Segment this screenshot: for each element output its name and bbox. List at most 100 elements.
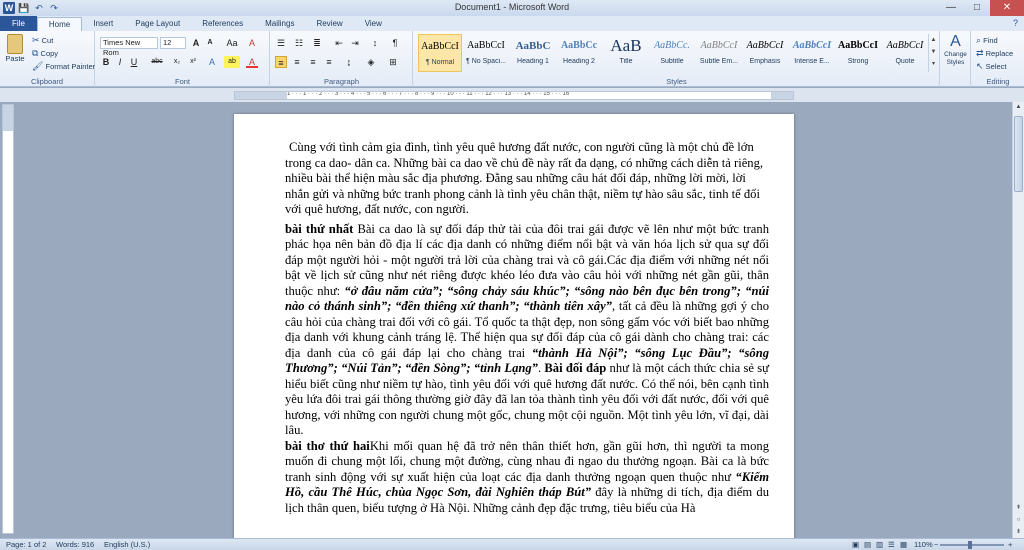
text-effects-button[interactable]: A (206, 56, 218, 68)
close-button[interactable]: ✕ (990, 0, 1024, 16)
next-page-icon[interactable]: ⇟ (1013, 527, 1024, 538)
style-subtitle[interactable]: AaBbCc. Subtitle (650, 34, 694, 72)
paragraph-intro[interactable]: Cùng với tình cảm gia đình, tình yêu quê… (285, 140, 769, 218)
style-heading-2[interactable]: AaBbCc Heading 2 (557, 34, 601, 72)
tab-file[interactable]: File (0, 16, 37, 31)
change-styles-button[interactable]: A Change Styles (941, 31, 971, 87)
pilcrow-icon[interactable]: ¶ (389, 37, 401, 49)
select-button[interactable]: ↖ Select (976, 61, 1007, 72)
style-name: Quote (895, 58, 915, 65)
zoom-out-icon[interactable]: − (934, 540, 938, 549)
web-layout-view-icon[interactable]: ▥ (876, 540, 883, 549)
save-icon[interactable]: 💾 (18, 2, 30, 14)
tab-mailings[interactable]: Mailings (254, 17, 305, 31)
style-strong[interactable]: AaBbCcI Strong (836, 34, 880, 72)
window-title: Document1 - Microsoft Word (454, 2, 570, 12)
style-quote[interactable]: AaBbCcI Quote (883, 34, 927, 72)
redo-icon[interactable]: ↷ (48, 2, 60, 14)
bullets-icon[interactable]: ☰ (275, 37, 287, 49)
tab-page-layout[interactable]: Page Layout (124, 17, 191, 31)
tab-home[interactable]: Home (36, 17, 83, 31)
justify-icon[interactable]: ≡ (323, 56, 335, 68)
shrink-font-button[interactable]: A (204, 37, 216, 49)
strikethrough-button[interactable]: abc (148, 56, 166, 68)
clear-formatting-button[interactable]: A (246, 37, 258, 49)
change-styles-label: Change Styles (944, 51, 967, 66)
zoom-in-icon[interactable]: + (1008, 540, 1012, 549)
style-name: ¶ Normal (425, 59, 455, 66)
outline-view-icon[interactable]: ☰ (888, 540, 895, 549)
find-button[interactable]: ⌕ Find (976, 35, 998, 46)
style-name: Subtitle (660, 58, 684, 65)
tab-references[interactable]: References (191, 17, 254, 31)
sort-icon[interactable]: ↕ (369, 37, 381, 49)
word-count[interactable]: Words: 916 (56, 540, 94, 549)
scroll-up-arrow-icon[interactable]: ▲ (1013, 102, 1024, 113)
paragraph-label: Paragraph (323, 77, 360, 86)
draft-view-icon[interactable]: ▦ (900, 540, 907, 549)
tab-insert[interactable]: Insert (82, 17, 124, 31)
style-heading-1[interactable]: AaBbC Heading 1 (511, 34, 555, 72)
zoom-slider[interactable] (940, 544, 1004, 546)
italic-button[interactable]: I (114, 56, 126, 68)
style-normal[interactable]: AaBbCcI ¶ Normal (418, 34, 462, 72)
language-indicator[interactable]: English (U.S.) (104, 540, 150, 549)
zoom-level[interactable]: 110% (914, 540, 933, 549)
align-left-icon[interactable]: ≡ (275, 56, 287, 68)
document-body[interactable]: Cùng với tình cảm gia đình, tình yêu quê… (285, 140, 769, 516)
format-painter-button[interactable]: 🖌 Format Painter (32, 61, 95, 72)
font-color-button[interactable]: A (246, 56, 258, 68)
vertical-ruler[interactable] (2, 104, 14, 534)
font-size-select[interactable]: 12 (160, 37, 186, 49)
increase-indent-icon[interactable]: ⇥ (349, 37, 361, 49)
copy-button[interactable]: ⧉ Copy (32, 48, 58, 59)
style-title[interactable]: AaB Title (604, 34, 648, 72)
tab-view[interactable]: View (354, 17, 393, 31)
replace-button[interactable]: ⇄ Replace (976, 48, 1013, 59)
line-spacing-icon[interactable]: ↨ (343, 56, 355, 68)
highlight-button[interactable]: ab (224, 56, 240, 68)
word-logo-icon[interactable]: W (3, 2, 15, 14)
maximize-button[interactable]: □ (964, 0, 990, 16)
change-case-button[interactable]: Aa (224, 37, 240, 49)
multilevel-list-icon[interactable]: ≣ (311, 37, 323, 49)
shading-icon[interactable]: ◈ (365, 56, 377, 68)
grow-font-button[interactable]: A (190, 37, 202, 49)
style-no-spacing[interactable]: AaBbCcI ¶ No Spaci... (464, 34, 508, 72)
horizontal-ruler[interactable]: 1 · · · 1 · · · 2 · · · 3 · · · 4 · · · … (234, 91, 794, 100)
paragraph-second-poem[interactable]: bài thơ thứ haiKhi mối quan hệ đã trở nê… (285, 439, 769, 517)
minimize-button[interactable]: — (938, 0, 964, 16)
numbering-icon[interactable]: ☷ (293, 37, 305, 49)
document-page[interactable]: Cùng với tình cảm gia đình, tình yêu quê… (234, 114, 794, 538)
decrease-indent-icon[interactable]: ⇤ (333, 37, 345, 49)
undo-icon[interactable]: ↶ (33, 2, 45, 14)
superscript-button[interactable]: x² (186, 56, 200, 68)
style-intense-emphasis[interactable]: AaBbCcI Intense E... (790, 34, 834, 72)
zoom-slider-handle[interactable] (968, 541, 972, 549)
vertical-scrollbar[interactable]: ▲ ⇞ ○ ⇟ (1012, 102, 1024, 538)
tab-review[interactable]: Review (305, 17, 353, 31)
cut-button[interactable]: ✂ Cut (32, 35, 53, 46)
borders-icon[interactable]: ⊞ (387, 56, 399, 68)
subscript-button[interactable]: x₂ (170, 56, 184, 68)
clipboard-icon (7, 34, 23, 54)
second-poem-lead: bài thơ thứ hai (285, 438, 370, 453)
browse-object-icon[interactable]: ○ (1013, 515, 1024, 526)
paste-button[interactable]: Paste (4, 34, 26, 63)
underline-button[interactable]: U (128, 56, 140, 68)
ribbon-tabs: File Home Insert Page Layout References … (0, 16, 1024, 31)
align-center-icon[interactable]: ≡ (291, 56, 303, 68)
paragraph-first-poem[interactable]: bài thứ nhất Bài ca dao là sự đối đáp th… (285, 222, 769, 439)
style-emphasis[interactable]: AaBbCcI Emphasis (743, 34, 787, 72)
help-icon[interactable]: ? (1013, 18, 1018, 28)
full-screen-view-icon[interactable]: ▤ (864, 540, 871, 549)
previous-page-icon[interactable]: ⇞ (1013, 503, 1024, 514)
print-layout-view-icon[interactable]: ▣ (852, 540, 859, 549)
font-family-select[interactable]: Times New Rom (100, 37, 158, 57)
scrollbar-thumb[interactable] (1014, 116, 1023, 192)
styles-scroll[interactable]: ▲ ▼ ▾ (928, 34, 938, 72)
page-count[interactable]: Page: 1 of 2 (6, 540, 46, 549)
bold-button[interactable]: B (100, 56, 112, 68)
style-subtle-emphasis[interactable]: AaBbCcI Subtle Em... (697, 34, 741, 72)
align-right-icon[interactable]: ≡ (307, 56, 319, 68)
